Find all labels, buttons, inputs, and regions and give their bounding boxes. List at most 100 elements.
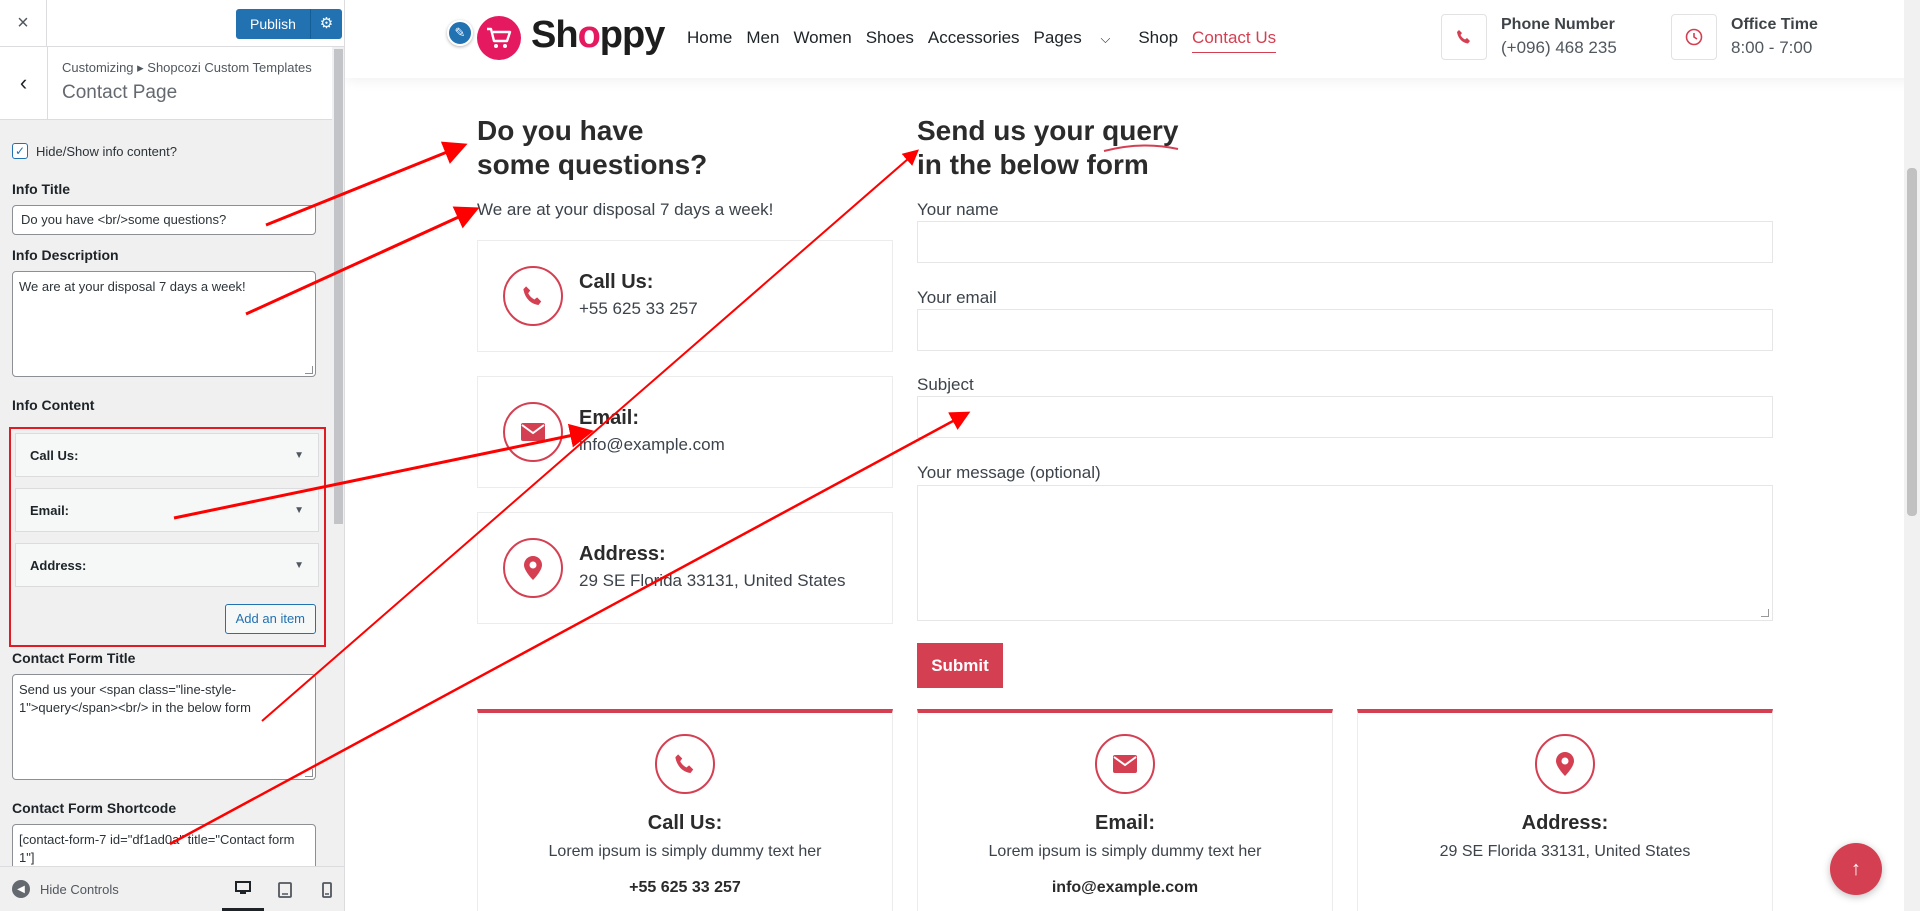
- subject-input[interactable]: [917, 396, 1773, 438]
- info-title-line: Do you have: [477, 115, 644, 146]
- bottom-card-text: Lorem ipsum is simply dummy text her: [988, 843, 1262, 860]
- info-description-textarea[interactable]: We are at your disposal 7 days a week!: [12, 271, 316, 377]
- site-header: ✎ Shoppy Home Men Women Shoes Accessorie…: [345, 0, 1920, 78]
- info-description-label: Info Description: [12, 247, 119, 263]
- nav-item-pages[interactable]: Pages ⌵: [1034, 28, 1125, 53]
- email-label: Your email: [917, 288, 997, 307]
- scrollbar-thumb[interactable]: [334, 49, 343, 524]
- checkbox-checked-icon[interactable]: ✓: [12, 143, 28, 159]
- header-office-time: Office Time 8:00 - 7:00: [1671, 14, 1818, 60]
- info-card-call: Call Us: +55 625 33 257: [477, 240, 893, 352]
- tablet-icon[interactable]: [264, 867, 306, 911]
- card-text: 29 SE Florida 33131, United States: [579, 571, 846, 590]
- scrollbar-thumb[interactable]: [1907, 168, 1917, 516]
- nav-item-men[interactable]: Men: [746, 28, 779, 53]
- bottom-card-title: Email:: [1094, 812, 1156, 834]
- form-title-control: Contact Form Title Send us your <span cl…: [12, 650, 316, 884]
- cart-logo-icon[interactable]: [477, 16, 521, 60]
- breadcrumb: Customizing ▸ Shopcozi Custom Templates: [62, 60, 312, 75]
- close-icon[interactable]: ×: [0, 0, 47, 47]
- publish-button[interactable]: Publish: [236, 9, 310, 39]
- customizer-controls: ✓ Hide/Show info content? Info Title Do …: [0, 143, 344, 413]
- underline-swoosh: [1103, 144, 1179, 152]
- submit-button[interactable]: Submit: [917, 643, 1003, 688]
- hide-controls-label: Hide Controls: [40, 881, 119, 897]
- map-pin-icon: [1535, 734, 1595, 794]
- card-title: Email:: [579, 407, 640, 429]
- phone-icon: [503, 266, 563, 326]
- message-label: Your message (optional): [917, 463, 1101, 482]
- bottom-card-call: Call Us: Lorem ipsum is simply dummy tex…: [477, 709, 893, 911]
- repeater-item-call-us[interactable]: Call Us: ▼: [15, 433, 319, 477]
- repeater-item-label: Email:: [30, 502, 70, 518]
- info-title-input[interactable]: Do you have <br/>some questions?: [12, 205, 316, 235]
- repeater-item-address[interactable]: Address: ▼: [15, 543, 319, 587]
- logo-text-part: Sh: [531, 14, 579, 56]
- nav-item-accessories[interactable]: Accessories: [928, 28, 1020, 53]
- form-title-text: Send us your: [917, 115, 1103, 146]
- caret-down-icon[interactable]: ▼: [294, 505, 304, 516]
- repeater-item-email[interactable]: Email: ▼: [15, 488, 319, 532]
- info-title-label: Info Title: [12, 181, 71, 197]
- collapse-icon: ◀: [12, 880, 30, 898]
- device-switcher: [222, 867, 344, 911]
- section-header: ‹ Customizing ▸ Shopcozi Custom Template…: [0, 47, 344, 120]
- mobile-icon[interactable]: [306, 867, 344, 911]
- caret-down-icon[interactable]: ▼: [294, 560, 304, 571]
- hide-controls-button[interactable]: ◀ Hide Controls: [12, 880, 119, 898]
- info-title-line: some questions?: [477, 149, 708, 180]
- add-item-button[interactable]: Add an item: [224, 604, 316, 634]
- map-pin-icon: [503, 538, 563, 598]
- bottom-card-title: Address:: [1521, 812, 1609, 834]
- card-title: Call Us:: [579, 271, 654, 293]
- form-title: Send us your query in the below form: [917, 114, 1178, 182]
- header-phone: Phone Number (+096) 468 235: [1441, 14, 1617, 60]
- email-input[interactable]: [917, 309, 1773, 351]
- section-title: Contact Page: [62, 82, 178, 103]
- phone-title: Phone Number: [1501, 16, 1615, 33]
- nav-item-shoes[interactable]: Shoes: [866, 28, 914, 53]
- chevron-down-icon: ⌵: [1100, 31, 1111, 46]
- bottom-card-extra: +55 625 33 257: [629, 879, 741, 896]
- nav-item-women[interactable]: Women: [793, 28, 851, 53]
- pencil-icon[interactable]: ✎: [447, 20, 473, 46]
- nav-item-shop[interactable]: Shop: [1138, 28, 1178, 53]
- logo-text-accent: o: [577, 14, 601, 56]
- info-description: We are at your disposal 7 days a week!: [477, 200, 774, 219]
- card-text: +55 625 33 257: [579, 299, 698, 318]
- info-card-email: Email: info@example.com: [477, 376, 893, 488]
- site-preview: ✎ Shoppy Home Men Women Shoes Accessorie…: [345, 0, 1920, 911]
- bottom-card-text: Lorem ipsum is simply dummy text her: [548, 843, 822, 860]
- name-label: Your name: [917, 200, 999, 219]
- gear-icon[interactable]: ⚙: [309, 9, 342, 39]
- phone-value[interactable]: (+096) 468 235: [1501, 38, 1617, 58]
- customizer-footer: ◀ Hide Controls: [0, 866, 344, 911]
- customizer-header: × Publish ⚙: [0, 0, 344, 47]
- subject-label: Subject: [917, 375, 974, 394]
- preview-scrollbar[interactable]: [1904, 0, 1920, 911]
- caret-down-icon[interactable]: ▼: [294, 450, 304, 461]
- desktop-icon[interactable]: [222, 867, 264, 911]
- site-logo[interactable]: Shoppy: [531, 14, 665, 57]
- form-title-label: Contact Form Title: [12, 650, 136, 666]
- nav-item-home[interactable]: Home: [687, 28, 732, 53]
- phone-icon: [1441, 14, 1487, 60]
- card-title: Address:: [579, 543, 666, 565]
- hide-show-label: Hide/Show info content?: [36, 143, 177, 159]
- repeater-item-label: Address:: [30, 557, 87, 573]
- nav-item-contact-us[interactable]: Contact Us: [1192, 28, 1277, 53]
- envelope-icon: [1095, 734, 1155, 794]
- hide-show-toggle[interactable]: ✓ Hide/Show info content?: [12, 143, 332, 159]
- info-title: Do you have some questions?: [477, 114, 707, 182]
- form-title-textarea[interactable]: Send us your <span class="line-style-1">…: [12, 674, 316, 780]
- nav-item-pages-label: Pages: [1033, 28, 1082, 47]
- form-title-query: query: [1102, 115, 1179, 146]
- info-content-repeater: Call Us: ▼ Email: ▼ Address: ▼ Add an it…: [9, 427, 326, 647]
- info-content-label: Info Content: [12, 397, 95, 413]
- name-input[interactable]: [917, 221, 1773, 263]
- arrow-up-icon[interactable]: ↑: [1830, 843, 1882, 895]
- customizer-sidebar: × Publish ⚙ ‹ Customizing ▸ Shopcozi Cus…: [0, 0, 345, 911]
- message-textarea[interactable]: [917, 485, 1773, 621]
- sidebar-scrollbar[interactable]: [332, 47, 344, 867]
- back-icon[interactable]: ‹: [0, 47, 48, 119]
